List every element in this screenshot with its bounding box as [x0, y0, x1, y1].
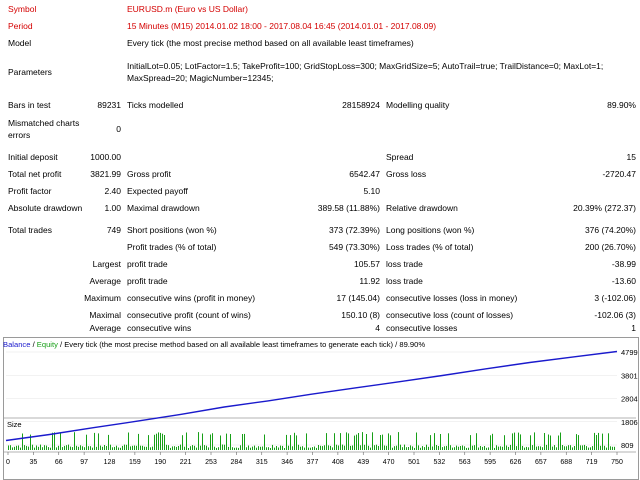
ticks-label: Ticks modelled: [127, 100, 184, 110]
profitfactor-label: Profit factor: [8, 186, 52, 196]
average-row: Average profit trade 11.92 loss trade -1…: [0, 275, 640, 288]
grossloss-value: -2720.47: [602, 169, 636, 179]
mismatch-label-2: errors: [8, 130, 31, 140]
maximum-wins-label: consecutive wins (profit in money): [127, 293, 256, 303]
longpositions-label: Long positions (won %): [386, 225, 475, 235]
symbol-label: Symbol: [8, 4, 37, 14]
largest-loss-value: -38.99: [611, 259, 636, 269]
expectedpayoff-value: 5.10: [363, 186, 380, 196]
reldrawdown-value: 20.39% (272.37): [573, 203, 636, 213]
maximum-row: Maximum consecutive wins (profit in mone…: [0, 292, 640, 305]
maxdrawdown-label: Maximal drawdown: [127, 203, 200, 213]
absdrawdown-value: 1.00: [104, 203, 121, 213]
parameters-label: Parameters: [8, 67, 52, 77]
bars-label: Bars in test: [8, 100, 51, 110]
average-loss-label: loss trade: [386, 276, 423, 286]
ticks-value: 28158924: [342, 100, 380, 110]
average-consecutive-row: Average consecutive wins 4 consecutive l…: [0, 322, 640, 335]
model-row: Model Every tick (the most precise metho…: [0, 37, 640, 50]
legend-balance: Balance: [3, 340, 31, 349]
period-value: 15 Minutes (M15) 2014.01.02 18:00 - 2017…: [127, 21, 437, 31]
average2-losses-value: 1: [631, 323, 636, 333]
drawdown-row: Absolute drawdown 1.00 Maximal drawdown …: [0, 202, 640, 215]
maximal-row: Maximal consecutive profit (count of win…: [0, 309, 640, 322]
grossprofit-label: Gross profit: [127, 169, 171, 179]
profitfactor-value: 2.40: [104, 186, 121, 196]
grossloss-label: Gross loss: [386, 169, 427, 179]
average-label: Average: [89, 276, 121, 286]
balance-chart: [3, 337, 639, 480]
average-profit-value: 11.92: [359, 276, 380, 286]
period-row: Period 15 Minutes (M15) 2014.01.02 18:00…: [0, 20, 640, 33]
shortpositions-label: Short positions (won %): [127, 225, 217, 235]
maximum-losses-label: consecutive losses (loss in money): [386, 293, 518, 303]
report-table: Symbol EURUSD.m (Euro vs US Dollar) Peri…: [0, 0, 640, 333]
legend-equity: Equity: [36, 340, 58, 349]
expectedpayoff-label: Expected payoff: [127, 186, 188, 196]
maximal-loss-label: consecutive loss (count of losses): [386, 310, 514, 320]
average2-wins-label: consecutive wins: [127, 323, 192, 333]
quality-value: 89.90%: [607, 100, 636, 110]
model-label: Model: [8, 38, 32, 48]
profittrades-label: Profit trades (% of total): [127, 242, 217, 252]
deposit-label: Initial deposit: [8, 152, 58, 162]
maximum-label: Maximum: [84, 293, 121, 303]
profitfactor-row: Profit factor 2.40 Expected payoff 5.10: [0, 185, 640, 198]
profittrades-value: 549 (73.30%): [328, 242, 380, 252]
largest-profit-label: profit trade: [127, 259, 168, 269]
trades-row: Total trades 749 Short positions (won %)…: [0, 224, 640, 237]
losstrades-label: Loss trades (% of total): [386, 242, 474, 252]
largest-profit-value: 105.57: [354, 259, 380, 269]
deposit-value: 1000.00: [90, 152, 121, 162]
symbol-row: Symbol EURUSD.m (Euro vs US Dollar): [0, 3, 640, 16]
symbol-value: EURUSD.m (Euro vs US Dollar): [127, 4, 248, 14]
maximum-losses-value: 3 (-102.06): [594, 293, 636, 303]
deposit-row: Initial deposit 1000.00 Spread 15: [0, 151, 640, 164]
model-value: Every tick (the most precise method base…: [127, 38, 414, 48]
average-profit-label: profit trade: [127, 276, 168, 286]
bars-row: Bars in test 89231 Ticks modelled 281589…: [0, 99, 640, 112]
profittrades-row: Profit trades (% of total) 549 (73.30%) …: [0, 241, 640, 254]
totaltrades-label: Total trades: [8, 225, 52, 235]
maximal-loss-value: -102.06 (3): [594, 310, 636, 320]
average-loss-value: -13.60: [611, 276, 636, 286]
grossprofit-value: 6542.47: [349, 169, 380, 179]
parameters-row: Parameters InitialLot=0.05; LotFactor=1.…: [0, 60, 640, 86]
parameters-line2: MaxSpread=20; MagicNumber=12345;: [127, 73, 274, 83]
chart-legend: Balance / Equity / Every tick (the most …: [3, 340, 425, 349]
maximal-profit-label: consecutive profit (count of wins): [127, 310, 251, 320]
reldrawdown-label: Relative drawdown: [386, 203, 458, 213]
spread-label: Spread: [386, 152, 414, 162]
maximal-label: Maximal: [89, 310, 121, 320]
quality-label: Modelling quality: [386, 100, 450, 110]
average2-losses-label: consecutive losses: [386, 323, 458, 333]
maximal-profit-value: 150.10 (8): [341, 310, 380, 320]
spread-value: 15: [626, 152, 636, 162]
longpositions-value: 376 (74.20%): [584, 225, 636, 235]
netprofit-label: Total net profit: [8, 169, 62, 179]
largest-label: Largest: [92, 259, 121, 269]
netprofit-row: Total net profit 3821.99 Gross profit 65…: [0, 168, 640, 181]
largest-loss-label: loss trade: [386, 259, 423, 269]
maxdrawdown-value: 389.58 (11.88%): [317, 203, 380, 213]
average2-label: Average: [89, 323, 121, 333]
maximum-wins-value: 17 (145.04): [336, 293, 380, 303]
bars-value: 89231: [97, 100, 121, 110]
mismatch-row: Mismatched charts errors 0: [0, 117, 640, 143]
losstrades-value: 200 (26.70%): [584, 242, 636, 252]
mismatch-value: 0: [116, 124, 121, 134]
legend-rest: / Every tick (the most precise method ba…: [57, 340, 426, 349]
largest-row: Largest profit trade 105.57 loss trade -…: [0, 258, 640, 271]
period-label: Period: [8, 21, 33, 31]
average2-wins-value: 4: [375, 323, 380, 333]
shortpositions-value: 373 (72.39%): [328, 225, 380, 235]
netprofit-value: 3821.99: [90, 169, 121, 179]
totaltrades-value: 749: [106, 225, 121, 235]
